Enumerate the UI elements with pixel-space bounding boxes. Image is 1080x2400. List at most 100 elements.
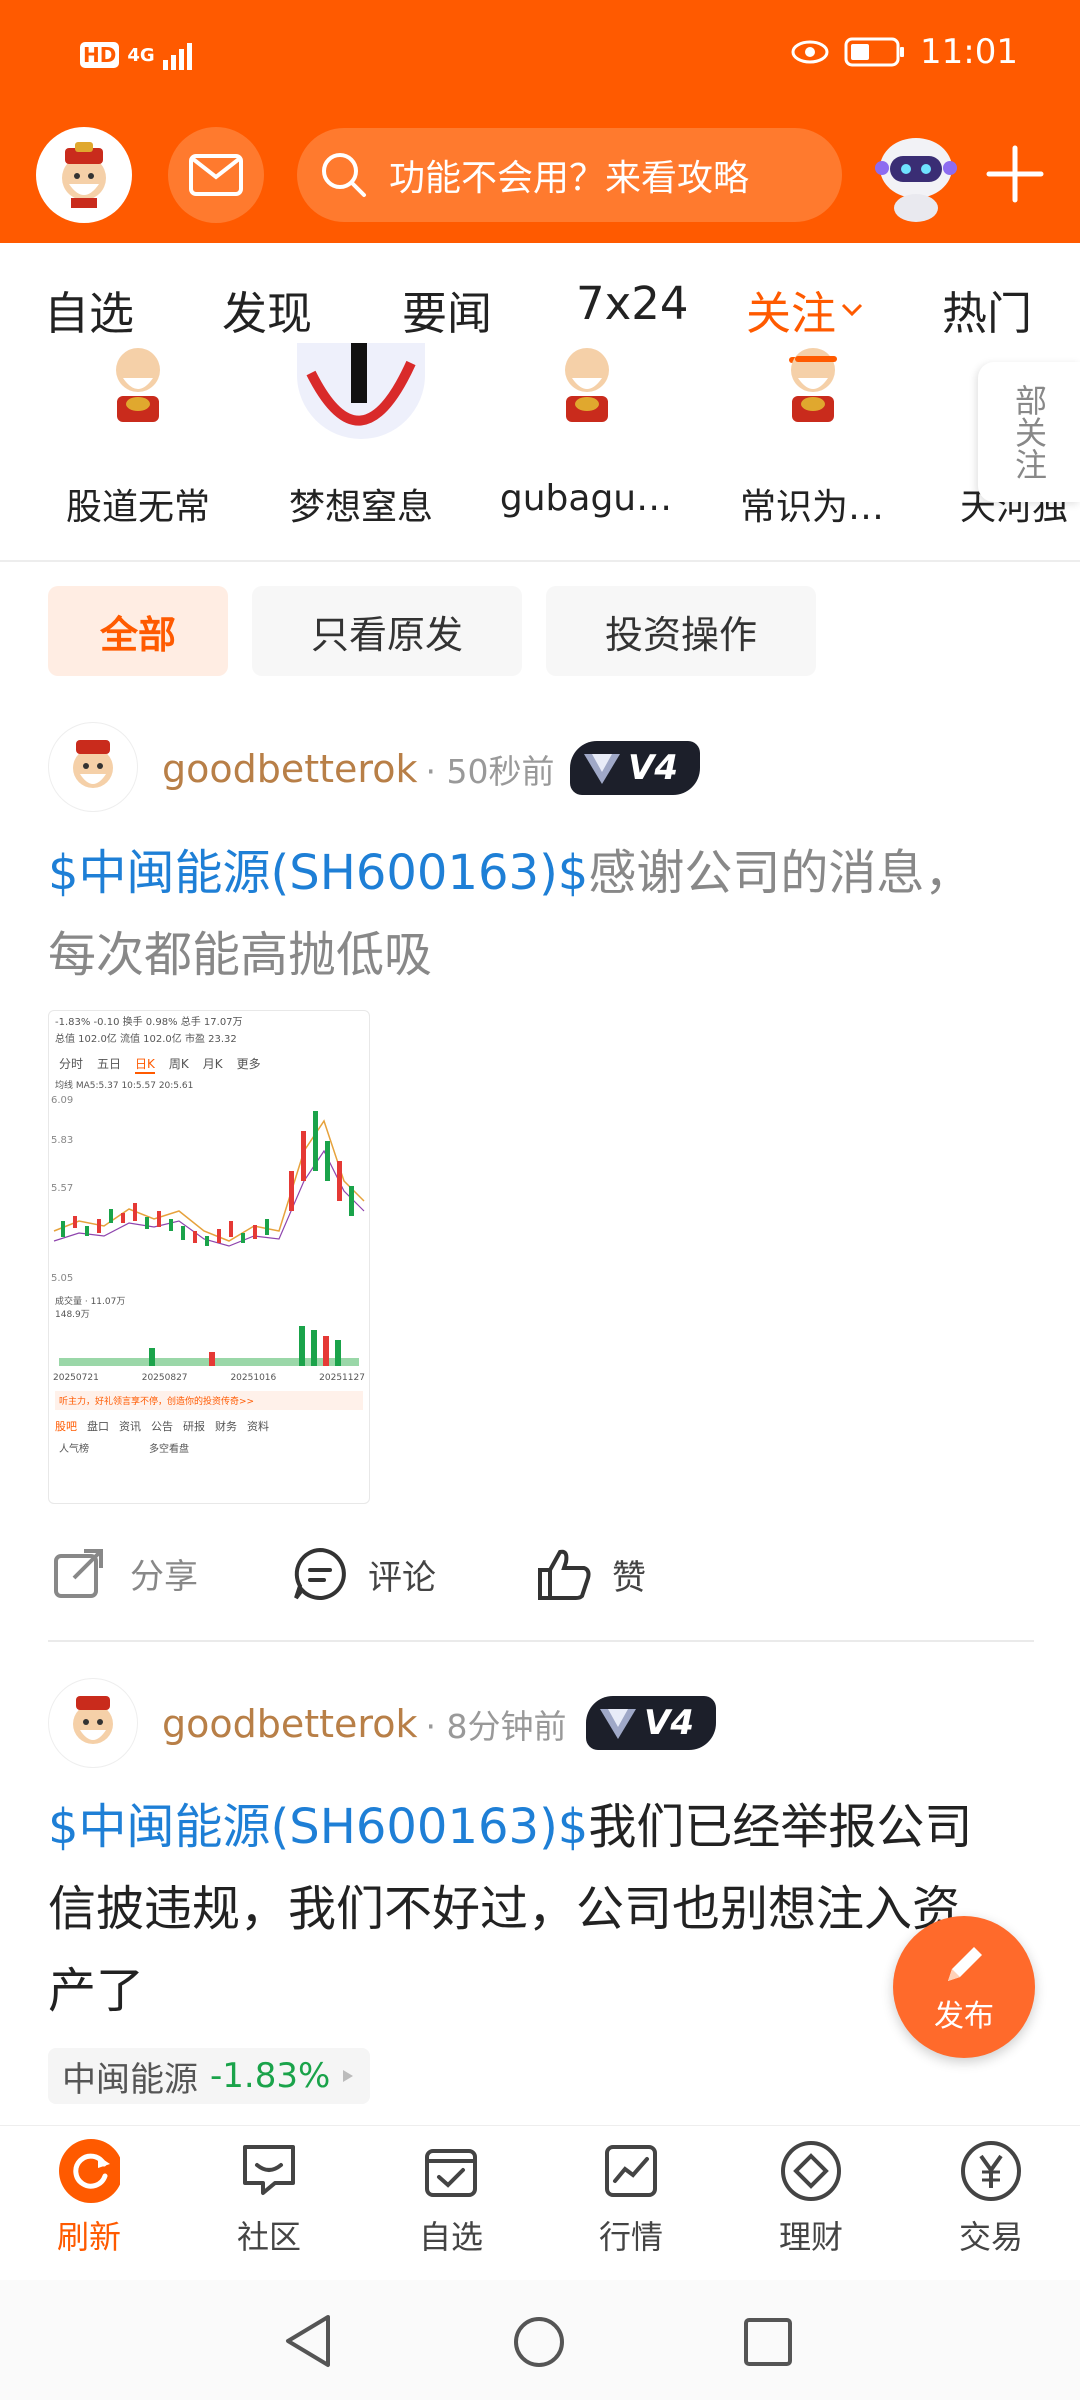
chart-tabs: 分时 五日 日K 周K 月K 更多 bbox=[49, 1045, 369, 1078]
tab-7x24[interactable]: 7x24 bbox=[576, 277, 689, 330]
tab-discover[interactable]: 发现 bbox=[222, 277, 312, 342]
nav-community[interactable]: 社区 bbox=[199, 2140, 339, 2258]
bottom-nav bbox=[0, 2125, 1080, 2281]
trend-chart-icon bbox=[600, 2140, 662, 2202]
refresh-icon bbox=[58, 2139, 120, 2203]
stock-link[interactable]: $中闽能源(SH600163)$ bbox=[48, 845, 588, 901]
comment-label: 评论 bbox=[368, 1557, 436, 1598]
post-text-line3: 产了 bbox=[48, 1963, 145, 2019]
mascot-god-icon bbox=[116, 348, 160, 422]
chart-bottom-tab: 盘口 bbox=[87, 1420, 109, 1433]
filter-all[interactable]: 全部 bbox=[48, 586, 228, 676]
chart-tab: 月K bbox=[202, 1057, 223, 1071]
divider bbox=[0, 560, 1080, 562]
following-avatar-3[interactable] bbox=[522, 330, 652, 430]
chart-date: 20251016 bbox=[230, 1373, 277, 1383]
recents-square-icon bbox=[744, 2318, 792, 2366]
comment-icon bbox=[294, 1547, 346, 1600]
following-name-4[interactable]: 常识为… bbox=[712, 478, 912, 530]
following-name-3[interactable]: gubagu… bbox=[486, 478, 686, 519]
post-username[interactable]: goodbetterok bbox=[162, 747, 417, 791]
share-label: 分享 bbox=[130, 1556, 198, 1597]
post-header: goodbetterok · 8分钟前 bbox=[162, 1700, 566, 1748]
nav-watchlist[interactable]: 自选 bbox=[381, 2140, 521, 2258]
nav-market[interactable]: 行情 bbox=[561, 2140, 701, 2258]
divider bbox=[48, 1640, 1034, 1642]
add-button[interactable] bbox=[986, 145, 1044, 203]
svg-text:6.09: 6.09 bbox=[51, 1095, 73, 1106]
nav-refresh[interactable]: 刷新 bbox=[19, 2139, 159, 2258]
nav-label: 社区 bbox=[236, 2218, 301, 2256]
yen-icon bbox=[960, 2140, 1022, 2202]
filter-investment[interactable]: 投资操作 bbox=[546, 586, 816, 676]
triangle-right-icon bbox=[343, 2070, 354, 2082]
tab-hot[interactable]: 热门 bbox=[942, 277, 1032, 342]
chart-date: 20251127 bbox=[319, 1373, 365, 1383]
quote-name: 中闽能源 bbox=[62, 2059, 198, 2100]
all-following-label: 部关注 bbox=[1010, 384, 1048, 480]
publish-button[interactable]: 发布 bbox=[893, 1916, 1035, 2058]
post-text-line1: 我们已经举报公司 bbox=[588, 1799, 973, 1855]
post-time: · 50秒前 bbox=[425, 752, 555, 791]
mascot-god-icon bbox=[565, 348, 609, 422]
share-button[interactable]: 分享 bbox=[52, 1546, 198, 1600]
share-icon bbox=[54, 1549, 103, 1598]
message-button[interactable] bbox=[168, 127, 264, 223]
chart-bottom-tab: 股吧 bbox=[55, 1420, 77, 1433]
quote-change: -1.83% bbox=[210, 2056, 331, 2096]
volume-bars bbox=[59, 1326, 359, 1366]
chart-tab: 分时 bbox=[59, 1057, 84, 1071]
home-circle-icon bbox=[514, 2317, 564, 2367]
chart-tab: 五日 bbox=[97, 1057, 122, 1071]
following-avatar-1[interactable] bbox=[73, 330, 203, 430]
like-button[interactable]: 赞 bbox=[536, 1546, 646, 1602]
post-image-chart[interactable]: -1.83% -0.10 换手 0.98% 总手 17.07万 总值 102.0… bbox=[48, 1010, 370, 1504]
chart-date: 20250827 bbox=[141, 1373, 188, 1383]
nav-label: 行情 bbox=[598, 2218, 663, 2256]
back-button[interactable] bbox=[282, 2313, 334, 2373]
user-avatar[interactable] bbox=[36, 127, 132, 223]
stock-quote-chip[interactable]: 中闽能源 -1.83% bbox=[48, 2048, 371, 2104]
calendar-check-icon bbox=[420, 2140, 482, 2202]
chart-stats: 总值 102.0亿 流值 102.0亿 市盈 23.32 bbox=[55, 1034, 237, 1045]
nav-wealth[interactable]: 理财 bbox=[741, 2140, 881, 2258]
following-name-1[interactable]: 股道无常 bbox=[38, 478, 238, 530]
level-badge-text: V4 bbox=[628, 748, 678, 788]
post-content[interactable]: $中闽能源(SH600163)$感谢公司的消息， 每次都能高抛低吸 bbox=[48, 832, 1048, 996]
comment-button[interactable]: 评论 bbox=[292, 1546, 436, 1602]
home-button[interactable] bbox=[512, 2315, 566, 2373]
robot-mascot-icon bbox=[875, 138, 957, 222]
filter-original[interactable]: 只看原发 bbox=[252, 586, 522, 676]
kline-chart: 6.09 5.83 5.57 5.05 bbox=[51, 1095, 365, 1284]
chevron-down-icon bbox=[841, 303, 863, 316]
stock-link[interactable]: $中闽能源(SH600163)$ bbox=[48, 1799, 588, 1855]
robot-assistant-button[interactable] bbox=[864, 122, 968, 226]
search-bar[interactable]: 功能不会用？来看攻略 bbox=[297, 128, 842, 222]
search-icon bbox=[322, 153, 366, 197]
chart-bottom-tab: 公告 bbox=[151, 1420, 173, 1433]
mascot-god-icon bbox=[73, 740, 113, 788]
status-right: 11:01 bbox=[790, 32, 1018, 72]
post-avatar[interactable] bbox=[48, 1678, 138, 1768]
following-avatar-4[interactable] bbox=[748, 330, 878, 430]
nav-trade[interactable]: 交易 bbox=[921, 2140, 1061, 2258]
mail-icon bbox=[189, 154, 243, 196]
chart-top-line: -1.83% -0.10 换手 0.98% 总手 17.07万 bbox=[55, 1017, 243, 1028]
nav-label: 刷新 bbox=[56, 2218, 121, 2256]
tab-news[interactable]: 要闻 bbox=[402, 277, 492, 342]
level-badge: V4 bbox=[570, 741, 700, 795]
network-type: 4G bbox=[127, 44, 155, 66]
diamond-v-icon bbox=[600, 1709, 636, 1739]
post-username[interactable]: goodbetterok bbox=[162, 1702, 417, 1746]
mascot-god-icon bbox=[73, 1696, 113, 1744]
eye-icon bbox=[791, 40, 829, 64]
diamond-icon bbox=[780, 2140, 842, 2202]
chart-bottom-tab: 财务 bbox=[215, 1420, 237, 1433]
chat-bubble-icon bbox=[238, 2140, 300, 2202]
following-name-2[interactable]: 梦想窒息 bbox=[261, 478, 461, 530]
chart-bottom-label: 多空看盘 bbox=[149, 1444, 189, 1455]
post-avatar[interactable] bbox=[48, 722, 138, 812]
all-following-button[interactable]: 部关注 bbox=[978, 362, 1080, 502]
recents-button[interactable] bbox=[742, 2316, 794, 2372]
chart-tab: 更多 bbox=[236, 1057, 261, 1071]
